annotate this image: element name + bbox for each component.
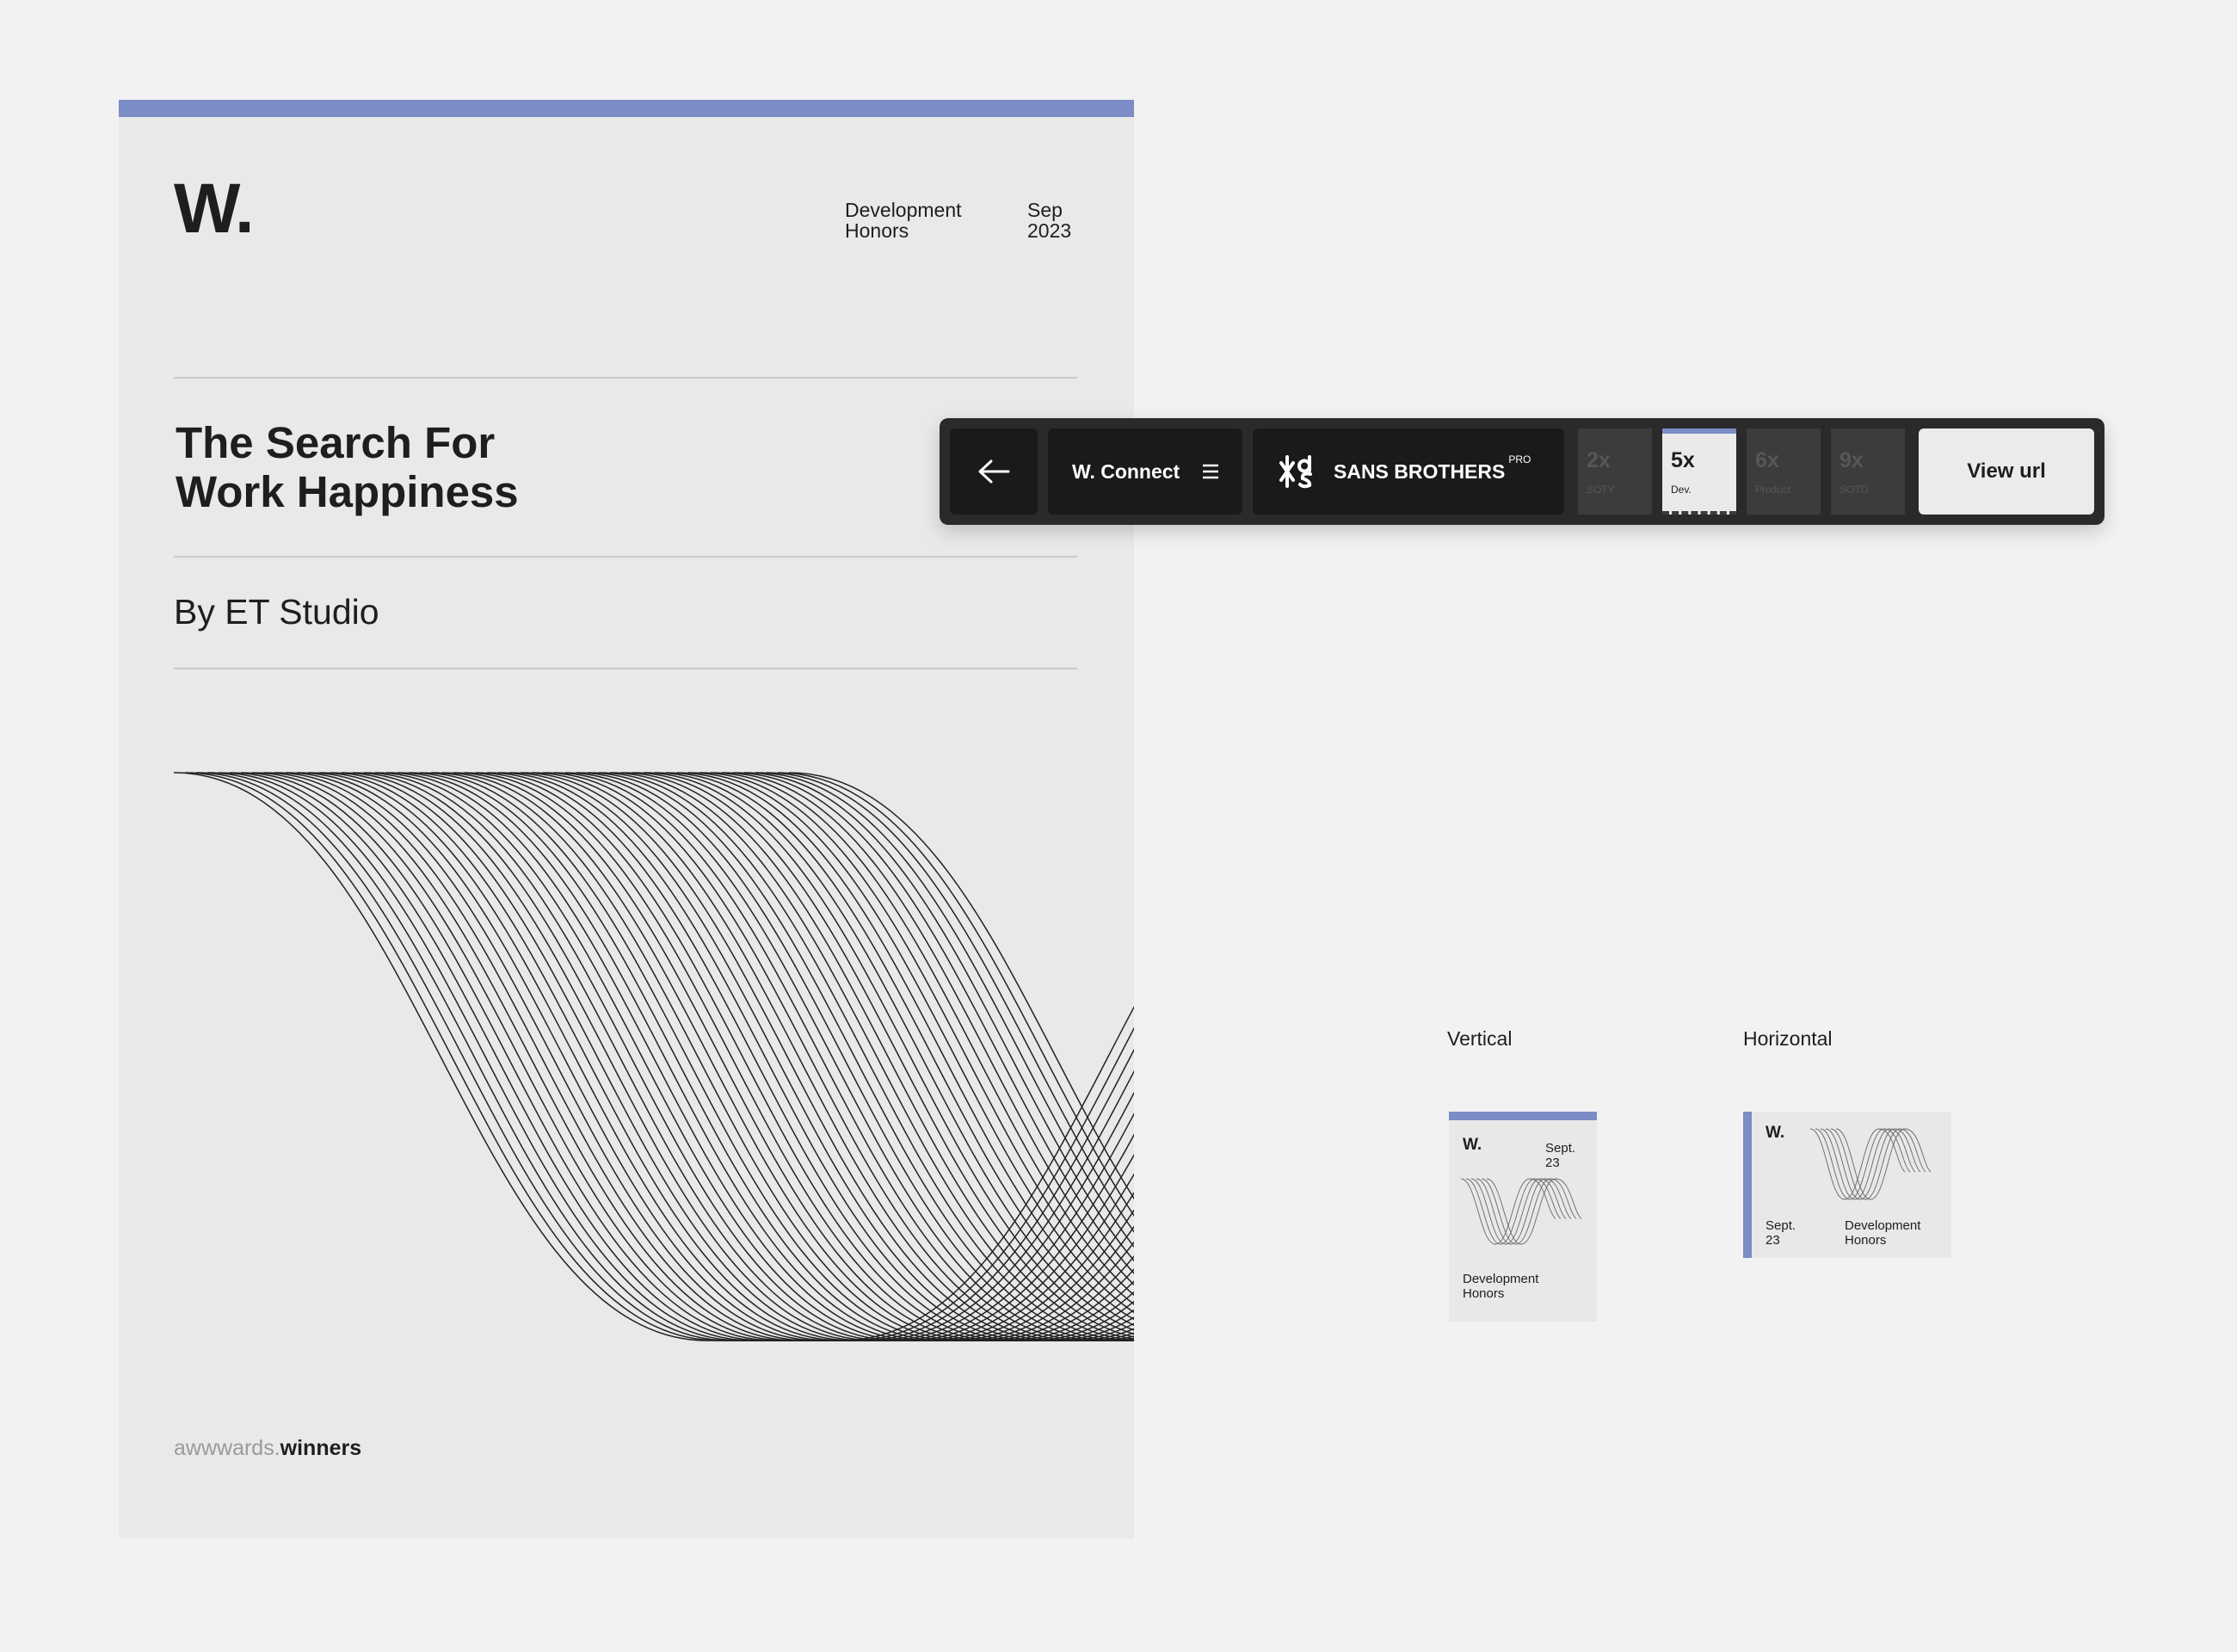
- category-line: Honors: [1845, 1233, 1887, 1248]
- date-line: 23: [1545, 1156, 1560, 1170]
- chip-label: SOTY: [1587, 484, 1615, 496]
- view-url-button[interactable]: View url: [1919, 428, 2094, 515]
- vertical-label: Vertical: [1447, 1027, 1513, 1050]
- connect-menu-button[interactable]: W. Connect: [1048, 428, 1242, 515]
- badge-date: Sept. 23: [1766, 1218, 1796, 1248]
- footer-bold: winners: [280, 1436, 362, 1460]
- arrow-left-icon: [978, 459, 1010, 484]
- date-line: Sept.: [1545, 1141, 1576, 1156]
- badge-logo: W.: [1766, 1124, 1785, 1142]
- brand-name: SANS BROTHERS: [1334, 459, 1506, 483]
- embed-toolbar: W. Connect SANS BROTHERS PRO 2x SOTY 5x …: [940, 418, 2105, 525]
- mini-wave-graphic: [1461, 1178, 1582, 1245]
- sans-brothers-logo-icon: [1279, 455, 1312, 489]
- pro-badge: PRO: [1508, 453, 1531, 465]
- mini-wave-graphic: [1810, 1128, 1932, 1200]
- award-chip-product[interactable]: 6x Product: [1747, 428, 1821, 515]
- badge-logo: W.: [1463, 1136, 1482, 1154]
- horizontal-badge-preview[interactable]: W. Sept. 23 Development Honors: [1743, 1112, 1951, 1258]
- chip-count: 6x: [1755, 448, 1779, 472]
- award-chip-soty[interactable]: 2x SOTY: [1578, 428, 1652, 515]
- hamburger-icon: [1203, 464, 1219, 479]
- chip-count: 9x: [1840, 448, 1864, 472]
- badge-date: Sept. 23: [1545, 1141, 1575, 1170]
- chip-count: 5x: [1671, 448, 1695, 472]
- chip-count: 2x: [1587, 448, 1611, 472]
- chip-label: Dev.: [1671, 484, 1692, 496]
- category-line: Development: [1463, 1272, 1539, 1286]
- awwwards-winners-label: awwwards.winners: [174, 1436, 361, 1461]
- brand-profile-button[interactable]: SANS BROTHERS PRO: [1253, 428, 1564, 515]
- category-line: Development: [1845, 1218, 1921, 1233]
- date-line: 23: [1766, 1233, 1780, 1248]
- back-button[interactable]: [950, 428, 1038, 515]
- accent-bar: [1743, 1112, 1752, 1258]
- chip-label: SOTD: [1840, 484, 1869, 496]
- certificate-card: W. Development Honors Sep 2023 The Searc…: [119, 100, 1134, 1538]
- chip-label: Product: [1755, 484, 1791, 496]
- wave-lines-graphic: [173, 772, 1134, 1341]
- category-line: Honors: [1463, 1286, 1505, 1301]
- date-line: Sept.: [1766, 1218, 1796, 1233]
- badge-category: Development Honors: [1463, 1272, 1538, 1301]
- connect-label: W. Connect: [1072, 459, 1180, 483]
- footer-light: awwwards.: [174, 1436, 280, 1460]
- accent-bar: [1449, 1112, 1597, 1120]
- award-chip-sotd[interactable]: 9x SOTD: [1831, 428, 1905, 515]
- badge-category: Development Honors: [1845, 1218, 1920, 1248]
- horizontal-label: Horizontal: [1743, 1027, 1833, 1050]
- award-chip-dev[interactable]: 5x Dev.: [1662, 428, 1736, 515]
- vertical-badge-preview[interactable]: W. Sept. 23 Development Honors: [1449, 1112, 1597, 1322]
